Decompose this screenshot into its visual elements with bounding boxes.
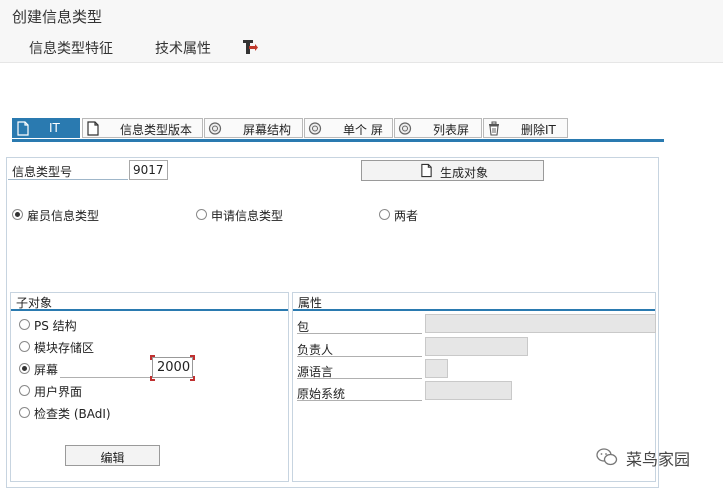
infotype-number-label: 信息类型号 — [8, 161, 128, 180]
tab-underline — [12, 139, 664, 142]
generate-object-label: 生成对象 — [440, 166, 489, 180]
radio-dot — [379, 209, 390, 220]
radio-label: 用户界面 — [34, 385, 83, 399]
circle-icon — [308, 122, 322, 135]
focus-corner — [190, 376, 195, 381]
exit-icon[interactable] — [240, 38, 258, 56]
tab-label: 列表屏 — [433, 123, 470, 137]
circle-icon — [208, 122, 222, 135]
tab-label: 信息类型版本 — [120, 123, 193, 137]
original-language-field — [425, 359, 448, 378]
radio-dot — [196, 209, 207, 220]
original-system-field — [425, 381, 512, 400]
menu-technical-attributes[interactable]: 技术属性 — [155, 38, 211, 58]
person-responsible-label: 负责人 — [297, 338, 422, 357]
attributes-header: 属性 — [293, 293, 655, 311]
tab-infotype-version[interactable]: 信息类型版本 — [82, 118, 203, 138]
tab-screen-structure[interactable]: 屏幕结构 — [204, 118, 303, 138]
window-title: 创建信息类型 — [12, 8, 103, 26]
radio-label: 两者 — [394, 209, 419, 223]
wechat-icon — [596, 448, 618, 466]
focus-corner — [150, 355, 155, 360]
radio-label: PS 结构 — [34, 319, 77, 333]
tab-label: 删除IT — [521, 123, 556, 137]
document-icon — [421, 163, 432, 178]
original-system-label: 原始系统 — [297, 382, 422, 401]
watermark-text: 菜鸟家园 — [626, 450, 691, 469]
radio-dot — [19, 319, 30, 330]
infotype-number-field[interactable]: 9017 — [129, 160, 168, 180]
screen-number-field[interactable]: 2000 — [152, 357, 193, 378]
menu-bar: 信息类型特征 技术属性 — [0, 32, 723, 63]
radio-label: 屏幕 — [34, 363, 59, 377]
tab-delete-it[interactable]: 删除IT — [483, 118, 568, 138]
focus-corner — [150, 376, 155, 381]
tab-label: IT — [49, 121, 60, 135]
document-icon — [17, 121, 29, 136]
subobjects-header: 子对象 — [11, 293, 288, 311]
original-language-label: 源语言 — [297, 360, 422, 379]
radio-dot — [19, 341, 30, 352]
radio-label: 申请信息类型 — [211, 209, 284, 223]
radio-label: 雇员信息类型 — [27, 209, 100, 223]
focus-corner — [190, 355, 195, 360]
radio-dot — [19, 385, 30, 396]
screen-field-underline — [60, 377, 150, 378]
menu-infotype-characteristics[interactable]: 信息类型特征 — [29, 38, 113, 58]
generate-object-button[interactable]: 生成对象 — [361, 160, 544, 181]
tab-it[interactable]: IT — [12, 118, 80, 138]
tab-single-screen[interactable]: 单个 屏 — [304, 118, 393, 138]
edit-button[interactable]: 编辑 — [65, 445, 160, 466]
tab-strip: IT 信息类型版本 屏幕结构 单个 屏 列表屏 删除IT — [12, 118, 568, 138]
trash-icon — [489, 121, 499, 136]
radio-label: 检查类 (BAdI) — [34, 407, 111, 421]
package-field — [425, 314, 656, 333]
tab-list-screen[interactable]: 列表屏 — [394, 118, 482, 138]
title-bar: 创建信息类型 — [0, 0, 723, 32]
radio-dot — [12, 209, 23, 220]
person-responsible-field — [425, 337, 528, 356]
tab-label: 单个 屏 — [343, 123, 383, 137]
radio-dot — [19, 407, 30, 418]
package-label: 包 — [297, 315, 422, 334]
radio-dot — [19, 363, 30, 374]
radio-label: 模块存储区 — [34, 341, 95, 355]
circle-icon — [398, 122, 412, 135]
document-icon — [87, 121, 99, 136]
tab-label: 屏幕结构 — [243, 123, 292, 137]
